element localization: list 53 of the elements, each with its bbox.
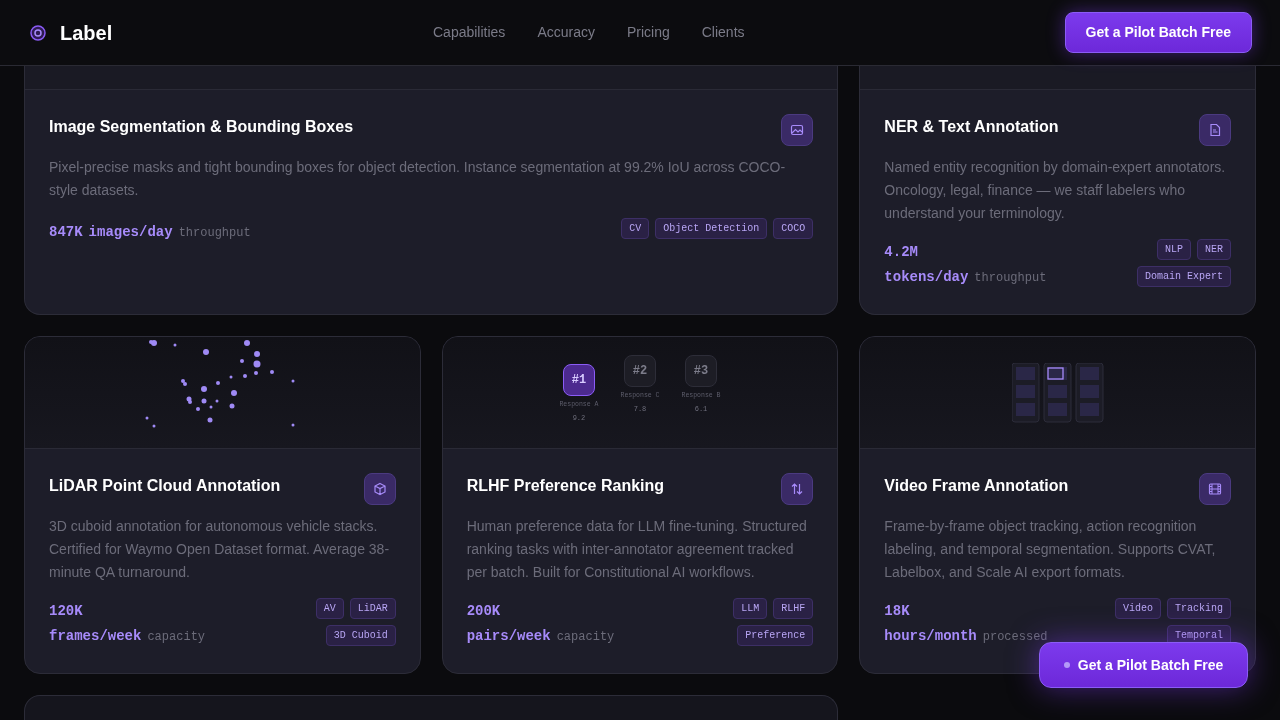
pilot-batch-button[interactable]: Get a Pilot Batch Free xyxy=(1039,642,1248,688)
card-title: Image Segmentation & Bounding Boxes xyxy=(49,117,354,137)
tag: Object Detection xyxy=(655,218,768,239)
film-icon xyxy=(1207,481,1223,497)
nav-link[interactable]: Clients xyxy=(701,22,745,43)
document-icon xyxy=(1207,122,1223,138)
tag: Video xyxy=(1114,598,1161,619)
metric-value: 200K xyxy=(466,602,502,621)
tag: RLHF xyxy=(773,598,814,619)
metric-value: 4.2M xyxy=(884,243,919,262)
pilot-batch-button[interactable]: Get a Pilot Batch Free xyxy=(1064,12,1252,53)
card-description: Human preference data for LLM fine-tuning. Structured ranking tasks with inter-annotator agreement tracked per batch. Built for Constitutional AI workflows. xyxy=(466,517,808,582)
tag: Domain Expert xyxy=(1136,266,1231,287)
tag: CV xyxy=(621,218,650,239)
tag: LiDAR xyxy=(349,598,396,619)
rank-badge: #2 xyxy=(624,355,656,387)
logo-icon xyxy=(28,22,48,43)
tag: Tracking xyxy=(1166,598,1231,619)
metric-unit: hours/month xyxy=(884,627,977,646)
metric-unit: images/day xyxy=(88,223,173,242)
cube-icon xyxy=(371,481,388,497)
nav-link[interactable]: Accuracy xyxy=(537,22,595,43)
image-icon xyxy=(789,122,806,138)
tag: NLP xyxy=(1156,239,1191,260)
card-title: RLHF Preference Ranking xyxy=(466,476,665,496)
tag: AV xyxy=(315,598,344,619)
metric-unit: pairs/week xyxy=(466,627,551,646)
tag: COCO xyxy=(773,218,814,239)
metric-unit: frames/week xyxy=(49,627,142,646)
metric-value: 120K xyxy=(49,602,84,621)
rank-badge: #3 xyxy=(685,355,717,387)
brand-name[interactable]: Label xyxy=(60,17,113,48)
card-description: Named entity recognition by domain-expert annotators. Oncology, legal, finance — we staff labelers who understand your terminology. xyxy=(884,158,1227,223)
metric-value: 847K xyxy=(49,223,83,242)
card-title: LiDAR Point Cloud Annotation xyxy=(49,476,281,496)
tag: Preference xyxy=(737,625,814,646)
card-title: NER & Text Annotation xyxy=(884,117,1059,137)
tag: NER xyxy=(1196,239,1231,260)
card-description: Pixel-precise masks and tight bounding boxes for object detection. Instance segmentation at 99.2% IoU across COCO-style datasets. xyxy=(49,158,787,200)
nav-link[interactable]: Pricing xyxy=(626,22,670,43)
metric-label: capacity xyxy=(147,629,206,646)
metric-value: 18K xyxy=(884,602,911,621)
card-title: Video Frame Annotation xyxy=(884,476,1069,496)
metric-label: throughput xyxy=(178,225,251,242)
tag: 3D Cuboid xyxy=(325,625,396,646)
card-description: Frame-by-frame object tracking, action recognition labeling, and temporal segmentation. Supports CVAT, Labelbox, and Scale AI export formats. xyxy=(884,517,1217,582)
card-description: 3D cuboid annotation for autonomous vehicle stacks. Certified for Waymo Open Dataset format. Average 38-minute QA turnaround. xyxy=(49,517,391,582)
metric-label: capacity xyxy=(556,629,615,646)
nav-link[interactable]: Capabilities xyxy=(433,22,506,43)
tag: LLM xyxy=(733,598,768,619)
metric-label: throughput xyxy=(974,270,1047,287)
metric-unit: tokens/day xyxy=(884,268,969,287)
rank-badge: #1 xyxy=(562,364,595,396)
